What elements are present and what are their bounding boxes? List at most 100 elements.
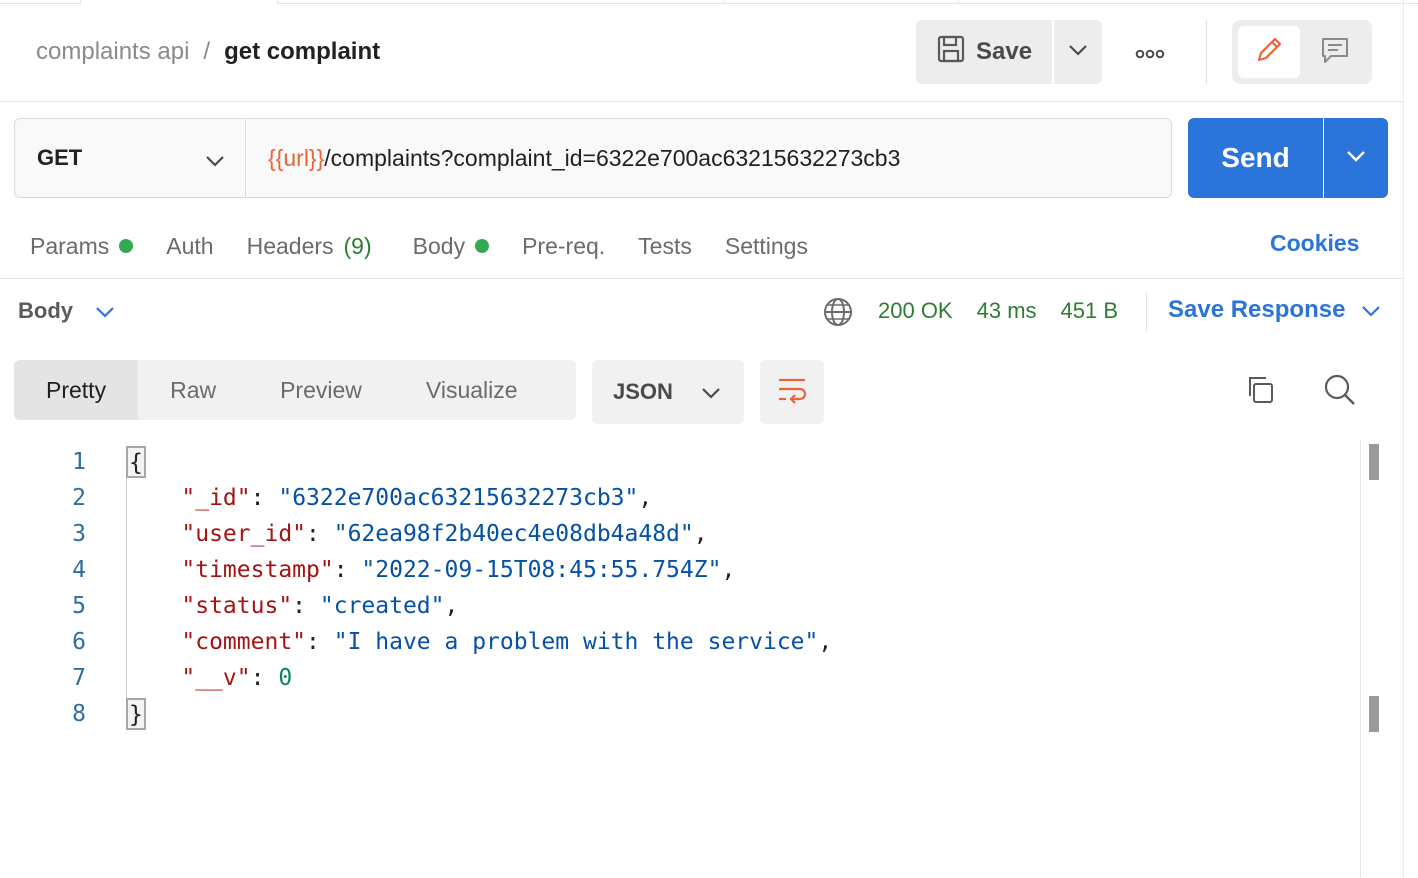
save-label: Save (976, 38, 1033, 65)
tab-auth[interactable]: Auth (166, 233, 213, 260)
mode-toggle (1232, 20, 1372, 84)
tab-tests[interactable]: Tests (638, 233, 692, 260)
scrollbar[interactable] (1360, 440, 1361, 878)
divider (1146, 292, 1147, 332)
status-code[interactable]: 200 OK (878, 298, 953, 324)
edit-mode-button[interactable] (1238, 26, 1300, 78)
line-number: 8 (72, 701, 86, 727)
json-key: "user_id" (181, 521, 307, 547)
open-brace: { (126, 446, 146, 478)
tab-headers[interactable]: Headers (9) (247, 233, 372, 260)
line-number: 1 (72, 449, 86, 475)
url-path: /complaints?complaint_id=6322e700ac63215… (324, 144, 901, 171)
json-string: "I have a problem with the service" (333, 629, 819, 655)
response-meta: 200 OK 43 ms 451 B (878, 298, 1118, 324)
breadcrumb-collection[interactable]: complaints api (36, 38, 189, 66)
url-input[interactable]: {{url}}/complaints?complaint_id=6322e700… (245, 118, 1172, 198)
send-label: Send (1221, 142, 1290, 173)
body-indicator-dot (475, 239, 490, 253)
format-select[interactable]: JSON (592, 360, 744, 424)
breadcrumb-separator: / (203, 38, 211, 65)
line-number: 7 (72, 665, 86, 691)
pencil-icon (1253, 34, 1285, 71)
json-string: "6322e700ac63215632273cb3" (278, 485, 639, 511)
more-icon (1135, 39, 1165, 65)
chevron-down-icon (205, 147, 225, 173)
chevron-down-icon (1068, 43, 1088, 61)
comment-icon (1319, 34, 1351, 71)
request-header: complaints api / get complaint Save (0, 4, 1404, 102)
response-body-select[interactable]: Body (18, 298, 115, 324)
save-icon (936, 34, 966, 71)
json-string: "62ea98f2b40ec4e08db4a48d" (333, 521, 694, 547)
line-number: 3 (72, 521, 86, 547)
params-indicator-dot (119, 239, 134, 253)
json-string: "2022-09-15T08:45:55.754Z" (361, 557, 722, 583)
cookies-link[interactable]: Cookies (1270, 230, 1359, 257)
tab-settings[interactable]: Settings (725, 233, 808, 260)
panel-border (1403, 0, 1404, 878)
tab-params-label: Params (30, 232, 110, 259)
chevron-down-icon (95, 298, 115, 324)
more-options-button[interactable] (1124, 34, 1176, 70)
json-number: 0 (278, 665, 293, 691)
tab-auth-label: Auth (166, 232, 214, 259)
save-options-button[interactable] (1054, 20, 1102, 84)
send-options-button[interactable] (1324, 118, 1388, 198)
copy-button[interactable] (1240, 372, 1280, 412)
wrap-lines-icon (776, 376, 808, 409)
close-brace: } (126, 698, 146, 730)
json-key: "status" (181, 593, 293, 619)
chevron-down-icon (1361, 296, 1381, 324)
url-variable: {{url}} (268, 144, 325, 171)
headers-count: (9) (343, 232, 372, 259)
search-icon (1323, 373, 1357, 412)
chevron-down-icon (1346, 149, 1366, 167)
scrollbar-marker (1369, 444, 1379, 480)
comments-button[interactable] (1304, 26, 1366, 78)
response-time[interactable]: 43 ms (977, 298, 1037, 324)
send-button[interactable]: Send (1188, 118, 1323, 198)
save-response-button[interactable]: Save Response (1168, 296, 1381, 324)
tab-raw[interactable]: Raw (138, 360, 248, 420)
copy-icon (1244, 374, 1276, 411)
method-select[interactable]: GET (14, 118, 246, 198)
request-tabs: Params Auth Headers (9) Body Pre-req. Te… (30, 228, 841, 264)
wrap-lines-button[interactable] (760, 360, 824, 424)
tab-body[interactable]: Body (412, 232, 490, 260)
search-button[interactable] (1320, 372, 1360, 412)
tab-params[interactable]: Params (30, 232, 134, 260)
json-key: "__v" (181, 665, 251, 691)
json-string: "created" (319, 593, 445, 619)
format-label: JSON (613, 379, 673, 404)
tab-body-label: Body (412, 232, 466, 259)
method-label: GET (37, 145, 83, 170)
tab-preview[interactable]: Preview (248, 360, 394, 420)
divider (1206, 20, 1207, 84)
line-number: 5 (72, 593, 86, 619)
line-number: 6 (72, 629, 86, 655)
save-button[interactable]: Save (916, 20, 1052, 84)
json-key: "comment" (181, 629, 307, 655)
scrollbar-marker (1369, 696, 1379, 732)
line-number: 2 (72, 485, 86, 511)
chevron-down-icon (701, 379, 721, 405)
json-key: "_id" (181, 485, 251, 511)
tab-pretty[interactable]: Pretty (14, 360, 139, 420)
line-number: 4 (72, 557, 86, 583)
divider (0, 278, 1404, 279)
globe-icon[interactable] (822, 296, 854, 328)
tab-settings-label: Settings (724, 232, 808, 259)
response-body-label: Body (18, 298, 73, 323)
response-size[interactable]: 451 B (1061, 298, 1119, 324)
tab-visualize[interactable]: Visualize (394, 360, 550, 420)
response-body-editor[interactable]: 1 { 2 "_id": "6322e700ac63215632273cb3",… (0, 440, 1360, 878)
response-view-tabs: Pretty Raw Preview Visualize (14, 360, 576, 420)
tab-headers-label: Headers (246, 232, 334, 259)
tab-prereq[interactable]: Pre-req. (522, 233, 605, 260)
save-response-label: Save Response (1168, 296, 1346, 323)
json-key: "timestamp" (181, 557, 334, 583)
breadcrumb: complaints api / get complaint (36, 38, 380, 66)
tab-prereq-label: Pre-req. (522, 232, 606, 259)
breadcrumb-request-name[interactable]: get complaint (224, 38, 380, 66)
